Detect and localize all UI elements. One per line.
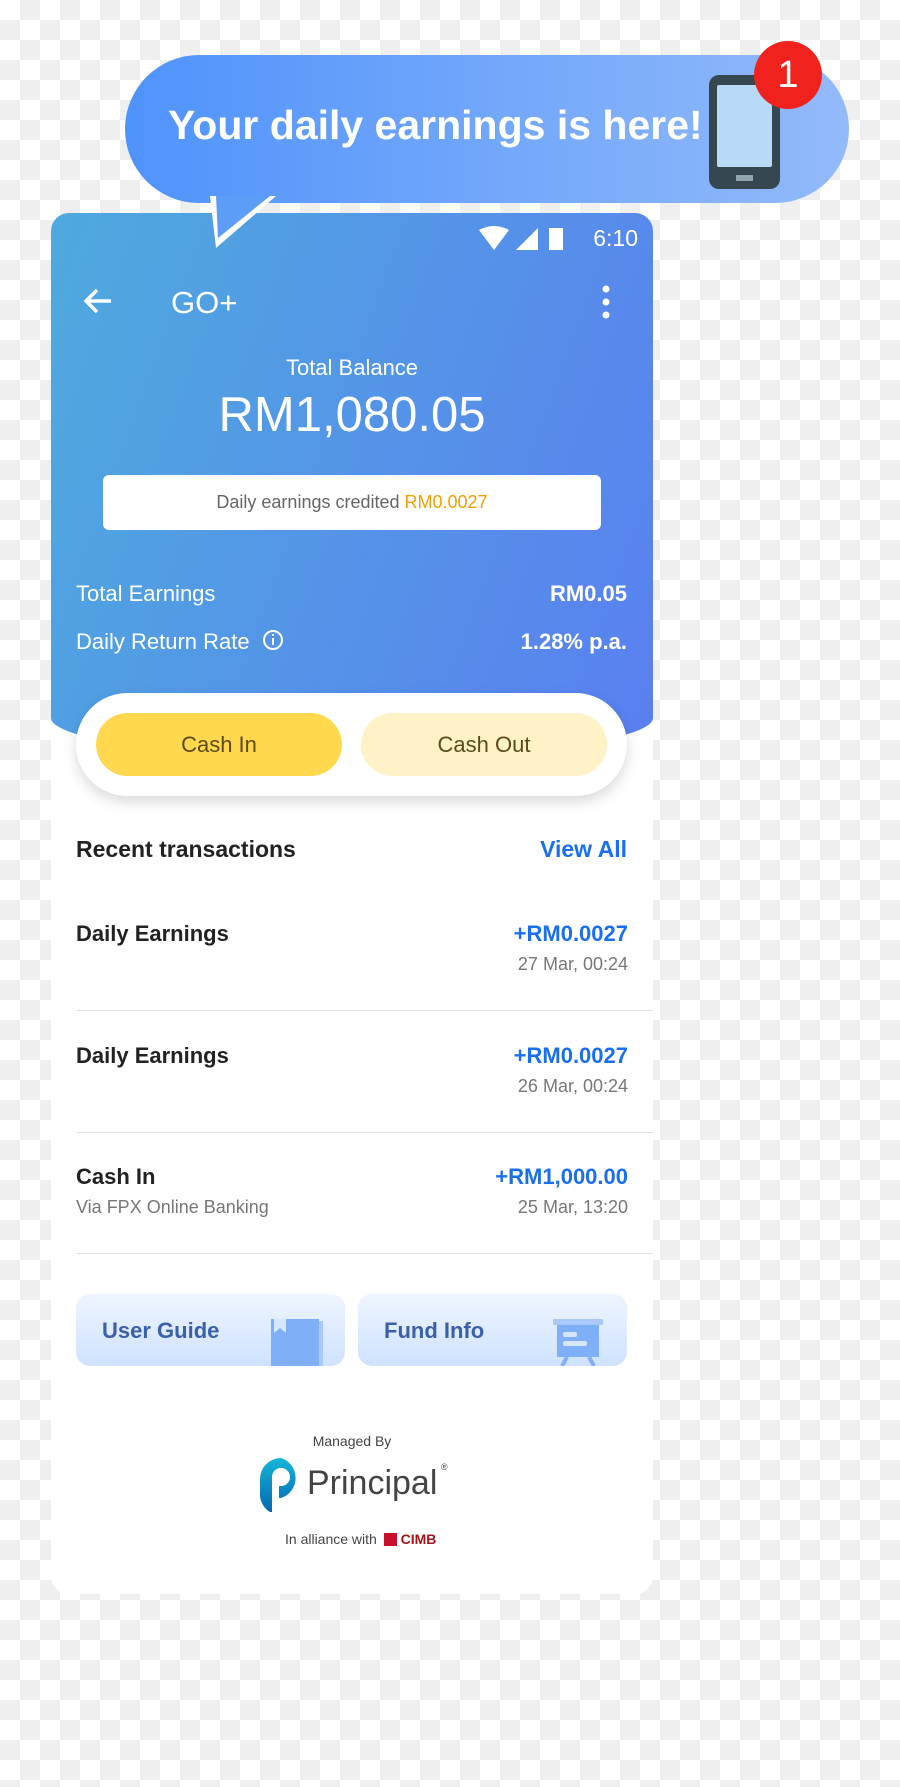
balance-label: Total Balance — [285, 355, 419, 380]
divider — [76, 1010, 653, 1011]
alliance-label: In alliance with — [285, 1531, 377, 1547]
cash-in-button[interactable]: Cash In — [96, 713, 342, 776]
transaction-amount: +RM1,000.00 — [495, 1164, 628, 1189]
status-icons — [479, 226, 563, 250]
daily-return-value: 1.28% p.a. — [520, 629, 627, 654]
balance-amount: RM1,080.05 — [218, 388, 486, 442]
alliance-text: In alliance with CIMB — [285, 1531, 436, 1547]
transaction-title: Daily Earnings — [76, 1043, 229, 1068]
transaction-date: 27 Mar, 00:24 — [517, 954, 628, 974]
daily-earnings-label: Daily earnings credited — [216, 492, 400, 512]
info-icon[interactable] — [262, 629, 284, 651]
transaction-amount: +RM0.0027 — [513, 921, 628, 946]
wifi-icon — [479, 226, 509, 250]
app-screen: 6:10 GO+ Total Balance RM1,080.05 Daily … — [51, 213, 653, 1594]
notification-message: Your daily earnings is here! — [168, 102, 703, 148]
transaction-row[interactable]: Daily Earnings +RM0.0027 26 Mar, 00:24 — [76, 1043, 628, 1103]
transaction-row[interactable]: Cash In Via FPX Online Banking +RM1,000.… — [76, 1164, 628, 1224]
managed-by-label: Managed By — [312, 1433, 392, 1449]
book-icon — [271, 1319, 323, 1366]
transaction-date: 26 Mar, 00:24 — [517, 1076, 628, 1096]
transaction-row[interactable]: Daily Earnings +RM0.0027 27 Mar, 00:24 — [76, 921, 628, 981]
principal-logo-mark — [259, 1458, 296, 1512]
bubble-tail-fill — [216, 196, 270, 238]
principal-logo: Principal ® — [259, 1458, 459, 1514]
transaction-amount: +RM0.0027 — [513, 1043, 628, 1068]
transaction-title: Daily Earnings — [76, 921, 229, 946]
daily-return-label: Daily Return Rate — [76, 629, 250, 654]
transaction-date: 25 Mar, 13:20 — [517, 1197, 628, 1217]
status-time: 6:10 — [593, 225, 638, 251]
notification-badge: 1 — [754, 41, 822, 109]
cimb-wordmark: CIMB — [400, 1531, 437, 1547]
action-bar: Cash In Cash Out — [76, 693, 627, 796]
total-earnings-label: Total Earnings — [76, 581, 216, 606]
transaction-title: Cash In — [76, 1164, 156, 1189]
battery-icon — [549, 228, 563, 250]
principal-wordmark: Principal — [307, 1464, 438, 1502]
fund-info-button[interactable]: Fund Info — [358, 1294, 627, 1366]
daily-earnings-amount: RM0.0027 — [404, 492, 488, 512]
daily-earnings-banner: Daily earnings credited RM0.0027 — [103, 475, 601, 530]
registered-mark: ® — [441, 1462, 448, 1472]
cimb-logo-icon — [383, 1533, 397, 1546]
more-options-icon[interactable] — [599, 284, 613, 320]
transaction-subtitle: Via FPX Online Banking — [76, 1197, 269, 1217]
divider — [76, 1132, 653, 1133]
user-guide-button[interactable]: User Guide — [76, 1294, 345, 1366]
view-all-link[interactable]: View All — [540, 836, 627, 863]
user-guide-label: User Guide — [102, 1318, 220, 1343]
fund-info-label: Fund Info — [384, 1318, 485, 1343]
total-earnings-value: RM0.05 — [549, 581, 627, 606]
recent-transactions-title: Recent transactions — [76, 836, 296, 862]
cash-out-button[interactable]: Cash Out — [361, 713, 607, 776]
presentation-board-icon — [553, 1319, 603, 1366]
page-title: GO+ — [171, 285, 238, 320]
back-arrow-icon[interactable] — [83, 288, 113, 314]
divider — [76, 1253, 653, 1254]
signal-icon — [516, 228, 538, 250]
